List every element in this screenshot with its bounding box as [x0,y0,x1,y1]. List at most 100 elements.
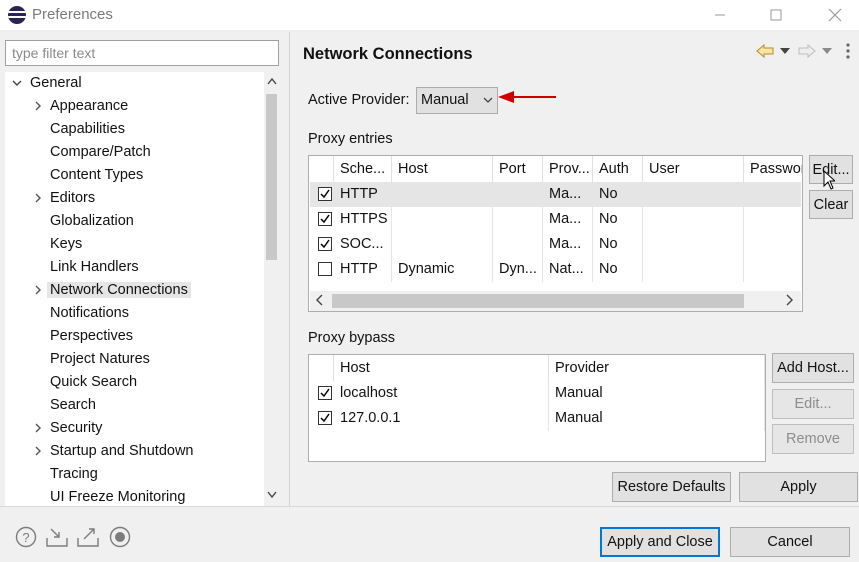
back-button[interactable] [755,40,775,62]
chevron-right-icon[interactable] [31,187,45,209]
tree-item[interactable]: Quick Search [47,371,140,394]
filter-input[interactable]: type filter text [5,40,279,66]
chevron-down-icon[interactable] [10,72,24,94]
tree-item[interactable]: Network Connections [47,279,191,302]
table-cell [392,182,493,207]
chevron-right-icon[interactable] [31,279,45,301]
row-checkbox[interactable] [318,411,332,425]
close-button[interactable] [812,0,858,30]
forward-menu-button[interactable] [819,40,835,62]
tree-item[interactable]: Project Natures [47,348,153,371]
tree-item[interactable]: Editors [47,187,98,210]
close-icon [828,8,842,22]
tree-item-general[interactable]: General [27,72,85,95]
row-checkbox[interactable] [318,237,332,251]
horizontal-scrollbar[interactable] [310,291,801,311]
table-cell [392,232,493,257]
table-cell: No [593,232,643,257]
tree-item[interactable]: Notifications [47,302,132,325]
tree-item-label: Search [50,397,96,413]
clear-proxy-button[interactable]: Clear [809,190,853,219]
tree-item[interactable]: Startup and Shutdown [47,440,197,463]
cancel-button[interactable]: Cancel [730,527,850,557]
scroll-left-icon[interactable] [315,294,323,310]
column-header[interactable]: Auth [593,156,643,182]
tree-item[interactable]: Compare/Patch [47,141,154,164]
maximize-icon [770,9,782,21]
tree-item[interactable]: Perspectives [47,325,136,348]
tree-item[interactable]: Globalization [47,210,137,233]
remove-host-button[interactable]: Remove [772,424,854,454]
table-cell: No [593,207,643,232]
tree-item-label: Keys [50,236,83,252]
tree-item[interactable]: Tracing [47,463,101,486]
tree-item-label: Notifications [50,305,129,321]
tree-item[interactable]: Keys [47,233,85,256]
back-icon [756,44,774,58]
tree-vertical-scrollbar[interactable] [264,72,279,506]
tree-item-label: Appearance [50,98,129,114]
minimize-button[interactable] [697,0,743,30]
tree-item[interactable]: Appearance [47,95,131,118]
column-header[interactable]: Host [334,355,549,381]
table-cell [643,182,744,207]
scrollbar-thumb[interactable] [332,294,744,308]
apply-button[interactable]: Apply [739,472,858,502]
column-header[interactable]: Port [493,156,543,182]
column-header[interactable]: Sche... [334,156,392,182]
row-checkbox[interactable] [318,187,332,201]
dialog-button-bar: ? Apply and Close Cancel [0,506,859,562]
tree-item[interactable]: UI Freeze Monitoring [47,486,188,506]
table-cell [744,232,802,257]
row-checkbox[interactable] [318,386,332,400]
column-header[interactable]: Host [392,156,493,182]
chevron-right-icon[interactable] [31,95,45,117]
tree-item-label: Tracing [50,466,98,482]
table-cell [493,182,543,207]
maximize-button[interactable] [753,0,799,30]
tree-item-label: Compare/Patch [50,144,151,160]
forward-button[interactable] [797,40,817,62]
title-bar: Preferences [0,0,859,30]
table-cell: Manual [549,381,765,406]
column-header[interactable]: Provider [549,355,765,381]
tree-item-label: Quick Search [50,374,138,390]
scroll-down-icon[interactable] [264,486,279,504]
column-header[interactable]: Passwor [744,156,802,182]
help-button[interactable]: ? [14,525,38,549]
back-menu-button[interactable] [777,40,793,62]
restore-defaults-button[interactable]: Restore Defaults [612,472,731,502]
row-checkbox[interactable] [318,262,332,276]
scroll-right-icon[interactable] [786,294,794,310]
table-cell [643,232,744,257]
preferences-tree: General Appearance Capabilities Compare/Pa… [5,72,279,506]
tree-item[interactable]: Search [47,394,99,417]
add-host-button[interactable]: Add Host... [772,353,854,383]
tree-item[interactable]: Capabilities [47,118,128,141]
import-button[interactable] [45,525,69,549]
view-menu-button[interactable] [842,40,854,62]
active-provider-value: Manual [421,92,469,108]
tree-item[interactable]: Link Handlers [47,256,142,279]
tree-item-label: Globalization [50,213,134,229]
active-provider-select[interactable]: Manual [416,87,498,114]
record-button[interactable] [108,525,132,549]
table-cell: HTTP [334,257,392,282]
chevron-right-icon[interactable] [31,417,45,439]
scroll-up-icon[interactable] [264,72,279,90]
forward-icon [798,44,816,58]
mouse-cursor-icon [823,170,835,190]
scrollbar-thumb[interactable] [266,94,277,260]
column-header[interactable]: User [643,156,744,182]
tree-item[interactable]: Security [47,417,105,440]
edit-host-button[interactable]: Edit... [772,389,854,419]
export-button[interactable] [76,525,100,549]
table-cell: Dynamic [392,257,493,282]
column-header[interactable]: Prov... [543,156,593,182]
pane-divider[interactable] [289,32,290,506]
tree-item[interactable]: Content Types [47,164,146,187]
tree-item-label: Startup and Shutdown [50,443,194,459]
apply-and-close-button[interactable]: Apply and Close [600,527,720,557]
chevron-right-icon[interactable] [31,440,45,462]
row-checkbox[interactable] [318,212,332,226]
